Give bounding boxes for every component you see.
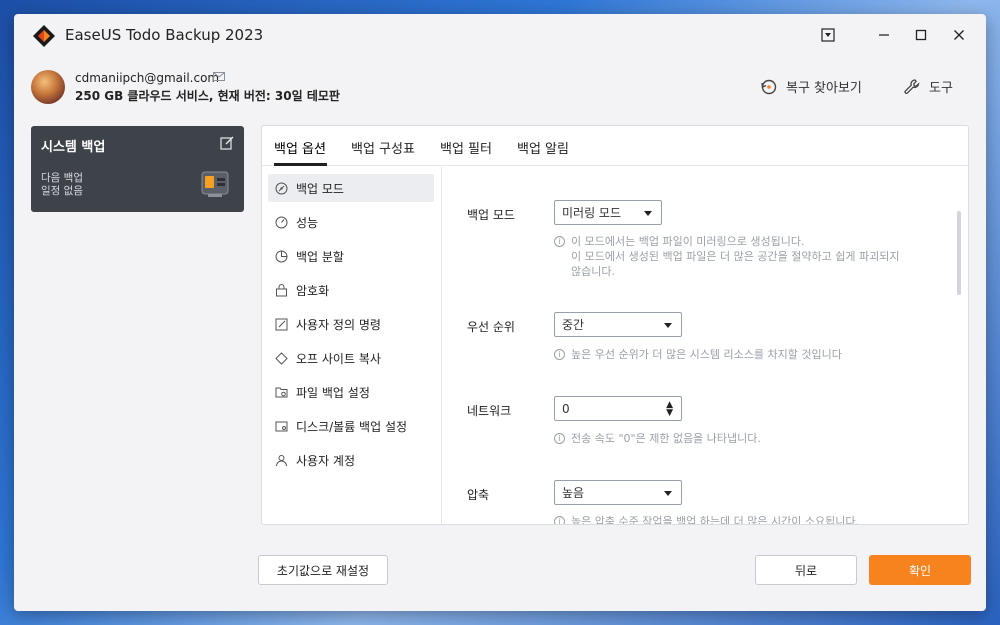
dropdown-box-icon bbox=[821, 28, 835, 42]
compression-value: 높음 bbox=[562, 486, 585, 500]
task-schedule-info: 다음 백업 일정 없음 bbox=[41, 172, 83, 198]
nav-item-user-account[interactable]: 사용자 계정 bbox=[268, 446, 434, 474]
system-disk-icon bbox=[201, 171, 229, 197]
mail-icon[interactable] bbox=[213, 72, 225, 84]
compression-hint: i 높은 압축 수준 작업을 백업 하는데 더 많은 시간이 소요됩니다. bbox=[554, 514, 859, 525]
network-speed-value: 0 bbox=[562, 401, 570, 416]
network-hint: i 전송 속도 "0"은 제한 없음을 나타냅니다. bbox=[554, 431, 761, 446]
priority-hint-text: 높은 우선 순위가 더 많은 시스템 리소스를 차지할 것입니다 bbox=[571, 348, 842, 361]
user-icon bbox=[276, 454, 287, 466]
nav-item-offsite-copy[interactable]: 오프 사이트 복사 bbox=[268, 344, 434, 372]
offsite-icon bbox=[275, 351, 288, 365]
backup-mode-select[interactable]: 미러링 모드 bbox=[554, 200, 662, 225]
account-email: cdmaniipch@gmail.com bbox=[75, 71, 220, 85]
avatar[interactable] bbox=[31, 70, 65, 104]
backup-mode-icon bbox=[275, 182, 288, 194]
chevron-down-icon bbox=[664, 491, 672, 496]
task-title: 시스템 백업 bbox=[41, 140, 106, 155]
priority-hint: i 높은 우선 순위가 더 많은 시스템 리소스를 차지할 것입니다 bbox=[554, 347, 842, 362]
split-icon bbox=[275, 250, 288, 262]
back-button[interactable]: 뒤로 bbox=[755, 555, 857, 585]
chevron-down-icon bbox=[664, 323, 672, 328]
nav-item-label: 오프 사이트 복사 bbox=[296, 351, 381, 366]
close-icon bbox=[954, 30, 964, 40]
compression-label: 압축 bbox=[467, 488, 490, 502]
backup-mode-hint-line3: 않습니다. bbox=[571, 265, 615, 278]
nav-item-file-backup-settings[interactable]: 파일 백업 설정 bbox=[268, 378, 434, 406]
info-icon: i bbox=[554, 236, 565, 247]
info-icon: i bbox=[554, 516, 565, 524]
app-window: EaseUS Todo Backup 2023 cdmaniipch@gmail… bbox=[14, 14, 986, 611]
network-hint-text: 전송 속도 "0"은 제한 없음을 나타냅니다. bbox=[571, 432, 761, 445]
active-tab-indicator bbox=[274, 163, 327, 166]
dropdown-menu-button[interactable] bbox=[814, 22, 842, 48]
minimize-button[interactable] bbox=[870, 22, 898, 48]
maximize-icon bbox=[915, 29, 927, 41]
chevron-down-icon bbox=[644, 211, 652, 216]
compression-hint-text: 높은 압축 수준 작업을 백업 하는데 더 많은 시간이 소요됩니다. bbox=[571, 515, 859, 525]
confirm-button[interactable]: 확인 bbox=[869, 555, 971, 585]
nav-item-label: 파일 백업 설정 bbox=[296, 385, 370, 400]
nav-item-custom-command[interactable]: 사용자 정의 명령 bbox=[268, 310, 434, 338]
nav-item-encryption[interactable]: 암호화 bbox=[268, 276, 434, 304]
nav-item-label: 성능 bbox=[296, 215, 319, 230]
tools-label: 도구 bbox=[929, 81, 953, 96]
info-icon: i bbox=[554, 349, 565, 360]
tab-backup-scheme[interactable]: 백업 구성표 bbox=[351, 138, 415, 157]
tab-backup-options[interactable]: 백업 옵션 bbox=[274, 138, 326, 157]
compression-select[interactable]: 높음 bbox=[554, 480, 682, 505]
tab-backup-notification[interactable]: 백업 알림 bbox=[517, 138, 569, 157]
nav-item-label: 백업 분할 bbox=[296, 249, 344, 264]
nav-item-label: 디스크/볼륨 백업 설정 bbox=[296, 419, 408, 434]
schedule-value: 일정 없음 bbox=[41, 185, 83, 197]
wrench-icon bbox=[904, 78, 920, 94]
nav-item-label: 사용자 정의 명령 bbox=[296, 317, 381, 332]
restore-icon bbox=[761, 79, 777, 94]
backup-mode-hint-line2: 이 모드에서 생성된 백업 파일은 더 많은 공간을 절약하고 쉽게 파괴되지 bbox=[571, 250, 900, 263]
minimize-icon bbox=[879, 34, 889, 36]
info-icon: i bbox=[554, 433, 565, 444]
performance-icon bbox=[275, 216, 288, 228]
command-icon bbox=[275, 318, 288, 330]
stepper-arrows-icon[interactable]: ▲ ▼ bbox=[666, 401, 673, 418]
backup-mode-hint-line1: 이 모드에서는 백업 파일이 미러링으로 생성됩니다. bbox=[571, 235, 805, 248]
nav-item-label: 사용자 계정 bbox=[296, 453, 356, 468]
title-bar: EaseUS Todo Backup 2023 bbox=[14, 14, 986, 58]
easeus-logo-icon bbox=[33, 25, 55, 47]
backup-mode-hint: i 이 모드에서는 백업 파일이 미러링으로 생성됩니다. 이 모드에서 생성된… bbox=[554, 234, 899, 279]
nav-item-label: 암호화 bbox=[296, 283, 330, 298]
network-speed-stepper[interactable]: 0 ▲ ▼ bbox=[554, 396, 682, 421]
network-label: 네트워크 bbox=[467, 404, 512, 418]
reset-defaults-button[interactable]: 초기값으로 재설정 bbox=[258, 555, 388, 585]
disk-backup-icon bbox=[275, 421, 288, 431]
restore-browse-link[interactable]: 복구 찾아보기 bbox=[760, 77, 862, 96]
content-scrollbar[interactable] bbox=[957, 211, 961, 295]
edit-icon[interactable] bbox=[220, 136, 234, 150]
options-panel: 백업 옵션 백업 구성표 백업 필터 백업 알림 백업 모드 성능 백업 분할 … bbox=[261, 125, 969, 525]
nav-item-label: 백업 모드 bbox=[296, 181, 344, 196]
system-backup-card[interactable]: 시스템 백업 다음 백업 일정 없음 bbox=[31, 126, 244, 212]
options-nav: 백업 모드 성능 백업 분할 암호화 사용자 정의 명령 오프 사이트 복사 파… bbox=[262, 167, 442, 524]
app-title: EaseUS Todo Backup 2023 bbox=[65, 26, 264, 44]
priority-label: 우선 순위 bbox=[467, 320, 515, 334]
nav-item-split[interactable]: 백업 분할 bbox=[268, 242, 434, 270]
settings-content: 백업 모드 미러링 모드 i 이 모드에서는 백업 파일이 미러링으로 생성됩니… bbox=[443, 167, 963, 525]
close-button[interactable] bbox=[945, 22, 973, 48]
nav-item-performance[interactable]: 성능 bbox=[268, 208, 434, 236]
tab-backup-filter[interactable]: 백업 필터 bbox=[440, 138, 492, 157]
nav-item-disk-backup-settings[interactable]: 디스크/볼륨 백업 설정 bbox=[268, 412, 434, 440]
nav-item-backup-mode[interactable]: 백업 모드 bbox=[268, 174, 434, 202]
account-plan: 250 GB 클라우드 서비스, 현재 버전: 30일 테모판 bbox=[75, 89, 340, 103]
backup-mode-value: 미러링 모드 bbox=[562, 206, 622, 220]
next-backup-label: 다음 백업 bbox=[41, 172, 83, 184]
tools-link[interactable]: 도구 bbox=[903, 77, 953, 96]
priority-select[interactable]: 중간 bbox=[554, 312, 682, 337]
priority-value: 중간 bbox=[562, 318, 585, 332]
backup-mode-label: 백업 모드 bbox=[467, 208, 515, 222]
file-backup-icon bbox=[275, 387, 288, 397]
restore-label: 복구 찾아보기 bbox=[786, 81, 862, 96]
maximize-button[interactable] bbox=[907, 22, 935, 48]
tab-bar: 백업 옵션 백업 구성표 백업 필터 백업 알림 bbox=[262, 126, 968, 166]
lock-icon bbox=[276, 283, 287, 296]
